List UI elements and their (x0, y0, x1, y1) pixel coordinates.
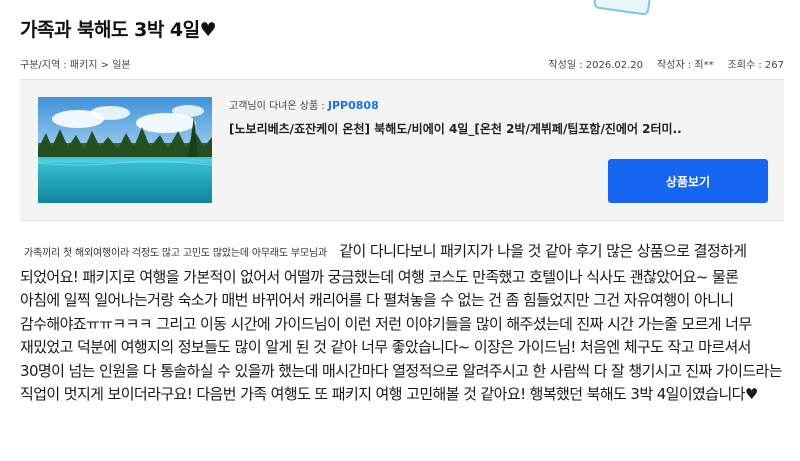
review-title: 가족과 북해도 3박 4일♥ (20, 19, 217, 41)
visited-product-label: 고객님이 다녀온 상품 : JPP0808 (229, 97, 379, 112)
written-date: 작성일 : 2026.02.20 (548, 60, 644, 71)
product-code: JPP0808 (327, 99, 379, 112)
review-intro-small: 가족끼리 첫 해외여행이라 걱정도 많고 고민도 많았는데 아무래도 부모님과 (24, 248, 327, 259)
product-thumbnail[interactable] (38, 97, 212, 203)
review-body: 가족끼리 첫 해외여행이라 걱정도 많고 고민도 많았는데 아무래도 부모님과 … (20, 240, 783, 407)
product-card: 고객님이 다녀온 상품 : JPP0808 [노보리베츠/죠잔케이 온천] 북해… (20, 79, 784, 221)
review-meta: 작성일 : 2026.02.20 작성자 : 최** 조회수 : 267 (548, 56, 784, 71)
view-product-button[interactable]: 상품보기 (608, 159, 768, 203)
category-breadcrumb: 구분/지역 : 패키지 > 일본 (20, 60, 131, 71)
decorative-shape (592, 0, 652, 16)
review-text: 같이 다니다보니 패키지가 나을 것 같아 후기 많은 상품으로 결정하게 되었… (20, 242, 783, 403)
visited-label-text: 고객님이 다녀온 상품 : (229, 101, 328, 112)
author: 작성자 : 최** (657, 60, 714, 71)
lake-landscape-photo-icon (38, 97, 212, 203)
product-name-link[interactable]: [노보리베츠/죠잔케이 온천] 북해도/비에이 4일_[온천 2박/게뷔페/팁포… (229, 120, 729, 137)
view-count: 조회수 : 267 (727, 60, 784, 71)
